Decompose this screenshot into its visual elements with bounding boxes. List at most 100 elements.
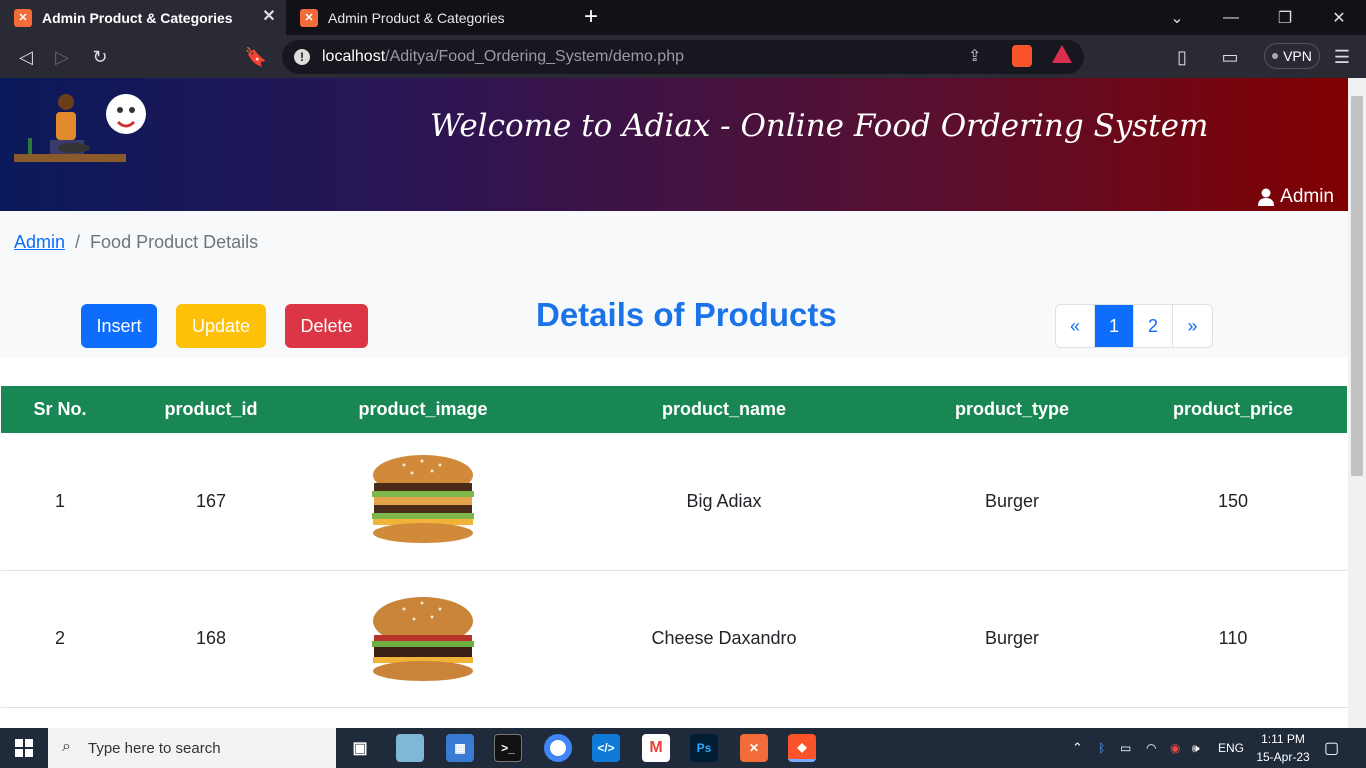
close-tab-icon[interactable]: ✕	[260, 8, 278, 26]
vscode-icon[interactable]: </>	[592, 734, 620, 762]
notepad-icon[interactable]	[396, 734, 424, 762]
breadcrumb-separator: /	[75, 232, 81, 252]
search-icon: ⌕	[62, 738, 71, 755]
wifi-icon[interactable]: ◠	[1146, 728, 1156, 768]
clock-time: 1:11 PM	[1261, 732, 1305, 746]
menu-icon[interactable]: ☰	[1328, 43, 1356, 71]
table-row: 2 168 Cheese Daxandro Burger 110	[1, 570, 1347, 708]
browser-toolbar: ◁ ▷ ↻ 🔖 ! localhost/Aditya/Food_Ordering…	[0, 35, 1366, 78]
cell-image	[303, 433, 543, 571]
calculator-icon[interactable]: ▦	[446, 734, 474, 762]
cell-type: Burger	[905, 433, 1119, 571]
battery-icon[interactable]: ▭	[1120, 728, 1131, 768]
back-icon[interactable]: ◁	[12, 43, 40, 71]
language-indicator[interactable]: ENG	[1218, 728, 1244, 768]
scrollbar-thumb[interactable]	[1351, 96, 1363, 476]
cell-name: Cheese Daxandro	[543, 570, 905, 708]
vpn-button[interactable]: VPN	[1264, 43, 1320, 69]
windows-start-button[interactable]	[0, 728, 48, 768]
header-product-price: product_price	[1172, 399, 1294, 419]
header-product-name: product_name	[661, 399, 787, 419]
products-table-container: Sr No. product_id product_image product_…	[0, 358, 1348, 728]
header-sr-no: Sr No.	[33, 399, 87, 419]
burger-cheese-image	[372, 596, 474, 681]
pagination: « 1 2 »	[1055, 304, 1213, 348]
url-host: localhost	[322, 48, 386, 65]
update-button[interactable]: Update	[176, 304, 266, 348]
cell-sr: 1	[1, 433, 119, 571]
cell-name: Big Adiax	[543, 433, 905, 571]
sidebar-icon[interactable]: ▯	[1168, 43, 1196, 71]
browser-tab-active[interactable]: ✕ Admin Product & Categories ✕	[0, 0, 286, 35]
gmail-icon[interactable]: M	[642, 734, 670, 762]
site-info-icon[interactable]: !	[294, 49, 310, 65]
pagination-page-1[interactable]: 1	[1095, 305, 1134, 347]
cell-image	[303, 570, 543, 708]
notification-icon[interactable]: ▢	[1324, 728, 1339, 768]
close-window-button[interactable]: ✕	[1312, 0, 1366, 35]
pagination-page-2[interactable]: 2	[1134, 305, 1173, 347]
section-title: Details of Products	[536, 296, 837, 333]
pagination-next[interactable]: »	[1173, 305, 1212, 347]
site-title: Welcome to Adiax - Online Food Ordering …	[430, 108, 1209, 144]
forward-icon[interactable]: ▷	[48, 43, 76, 71]
breadcrumb-current: Food Product Details	[90, 232, 259, 252]
minimize-button[interactable]: —	[1204, 0, 1258, 35]
insert-button[interactable]: Insert	[81, 304, 157, 348]
burger-big-image	[372, 455, 474, 544]
page-content: Welcome to Adiax - Online Food Ordering …	[0, 78, 1348, 728]
photoshop-icon[interactable]: Ps	[690, 734, 718, 762]
chef-logo-icon	[14, 94, 146, 162]
delete-button[interactable]: Delete	[285, 304, 368, 348]
breadcrumb: Admin / Food Product Details	[14, 232, 258, 253]
antivirus-icon[interactable]: ◉	[1170, 728, 1180, 768]
cell-id: 167	[119, 433, 303, 571]
brave-rewards-icon[interactable]	[1052, 45, 1072, 63]
new-tab-button[interactable]: +	[578, 4, 604, 30]
task-view-icon[interactable]: ▣	[346, 734, 374, 762]
address-bar[interactable]: ! localhost/Aditya/Food_Ordering_System/…	[282, 40, 1084, 74]
admin-user-menu[interactable]: Admin	[1258, 186, 1334, 208]
tab-title: Admin Product & Categories	[328, 9, 505, 26]
chrome-icon[interactable]	[544, 734, 572, 762]
user-icon	[1258, 188, 1275, 206]
restore-button[interactable]: ❐	[1258, 0, 1312, 35]
search-placeholder: Type here to search	[88, 739, 221, 757]
wallet-icon[interactable]: ▭	[1216, 43, 1244, 71]
page-scrollbar[interactable]	[1348, 78, 1366, 728]
url-path: /Aditya/Food_Ordering_System/demo.php	[385, 48, 684, 65]
vpn-status-icon	[1272, 53, 1279, 59]
brave-icon[interactable]: ◆	[788, 734, 816, 762]
bluetooth-icon[interactable]: ᛒ	[1098, 728, 1105, 768]
header-product-image: product_image	[358, 399, 488, 419]
bookmark-icon[interactable]: 🔖	[242, 43, 270, 71]
breadcrumb-admin-link[interactable]: Admin	[14, 232, 65, 252]
cell-type: Burger	[905, 570, 1119, 708]
cell-price: 150	[1119, 433, 1347, 571]
table-header-row: Sr No. product_id product_image product_…	[1, 386, 1347, 433]
cell-price: 110	[1119, 570, 1347, 708]
volume-icon[interactable]: 🕪	[1192, 728, 1200, 768]
clock-date: 15-Apr-23	[1256, 750, 1310, 764]
terminal-icon[interactable]: >_	[494, 734, 522, 762]
header-product-id: product_id	[164, 399, 258, 419]
cell-id: 168	[119, 570, 303, 708]
admin-user-label: Admin	[1280, 186, 1334, 207]
brave-shields-icon[interactable]	[1012, 45, 1032, 67]
browser-tab-bar: ✕ Admin Product & Categories ✕ ✕ Admin P…	[0, 0, 1366, 35]
xampp-icon[interactable]: ✕	[740, 734, 768, 762]
xampp-icon: ✕	[14, 8, 32, 27]
table-row: 1 167 Big Adiax Burger 150	[1, 433, 1347, 571]
show-hidden-icons[interactable]: ⌃	[1072, 728, 1083, 768]
header-product-type: product_type	[954, 399, 1069, 419]
tab-title: Admin Product & Categories	[42, 9, 233, 26]
pagination-prev[interactable]: «	[1056, 305, 1095, 347]
taskbar-search[interactable]: ⌕ Type here to search	[48, 728, 336, 768]
windows-taskbar: ⌕ Type here to search ▣ ▦ >_ </> M Ps ✕ …	[0, 728, 1366, 768]
reload-icon[interactable]: ↻	[86, 43, 114, 71]
tab-list-icon[interactable]: ⌄	[1150, 0, 1204, 35]
browser-tab-inactive[interactable]: ✕ Admin Product & Categories	[286, 0, 564, 35]
site-header: Welcome to Adiax - Online Food Ordering …	[0, 78, 1348, 211]
share-icon[interactable]: ⇪	[968, 46, 981, 66]
taskbar-clock[interactable]: 1:11 PM 15-Apr-23	[1252, 730, 1314, 766]
